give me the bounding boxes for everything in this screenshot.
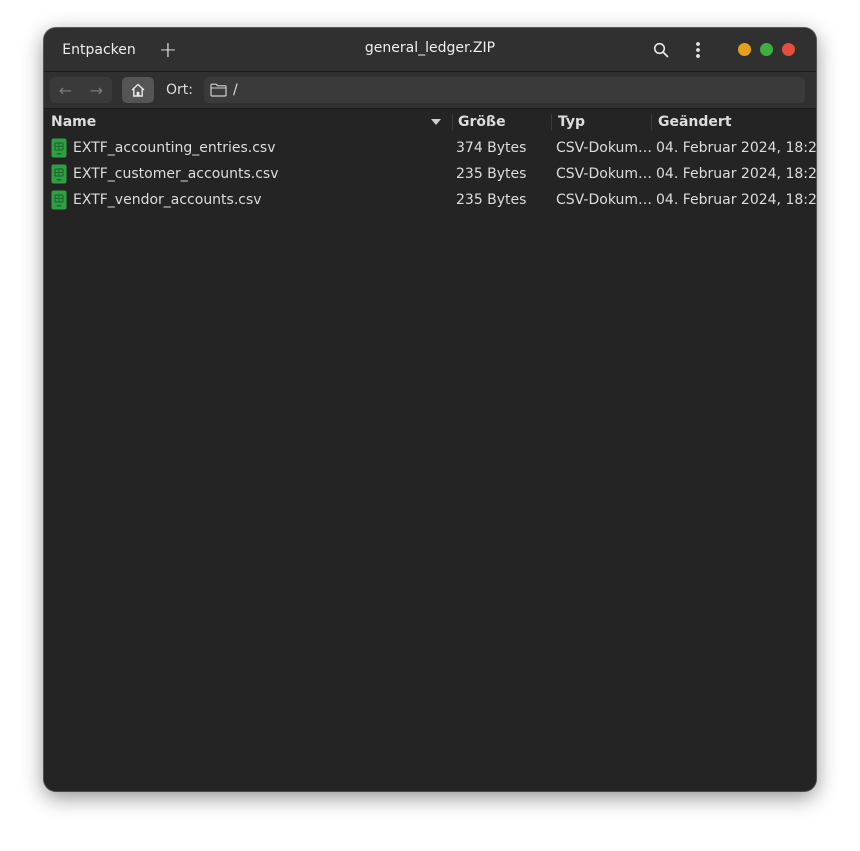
file-name: EXTF_customer_accounts.csv [73, 166, 279, 182]
file-name: EXTF_vendor_accounts.csv [73, 192, 262, 208]
file-row[interactable]: EXTF_customer_accounts.csv 235 Bytes CSV… [44, 161, 816, 187]
spreadsheet-file-icon [51, 190, 67, 210]
column-name[interactable]: Name [51, 109, 96, 135]
file-type: CSV-Dokum… [556, 192, 653, 208]
arrow-right-icon: → [89, 80, 104, 100]
sort-descending-icon [431, 119, 441, 125]
minimize-button[interactable] [738, 43, 751, 56]
search-button[interactable] [646, 36, 676, 64]
location-field[interactable]: / [204, 77, 805, 103]
file-row[interactable]: EXTF_accounting_entries.csv 374 Bytes CS… [44, 135, 816, 161]
file-list: Name Größe Typ Geändert EXTF_accounting_… [44, 109, 816, 791]
column-modified[interactable]: Geändert [658, 109, 732, 135]
arrow-left-icon: ← [58, 80, 73, 100]
location-toolbar: ← → Ort: / [44, 72, 816, 109]
folder-icon [210, 83, 227, 97]
navigation-buttons: ← → [50, 77, 112, 103]
forward-button[interactable]: → [81, 77, 112, 103]
file-modified: 04. Februar 2024, 18:25 [656, 192, 816, 208]
column-divider[interactable] [452, 114, 453, 130]
search-icon [653, 42, 669, 58]
file-modified: 04. Februar 2024, 18:25 [656, 166, 816, 182]
file-type: CSV-Dokum… [556, 166, 653, 182]
archive-manager-window: Entpacken + general_ledger.ZIP ← → Ort: … [44, 28, 816, 791]
spreadsheet-file-icon [51, 164, 67, 184]
header-bar: Entpacken + general_ledger.ZIP [44, 28, 816, 72]
column-divider[interactable] [651, 114, 652, 130]
home-button[interactable] [122, 77, 154, 103]
close-button[interactable] [782, 43, 795, 56]
column-divider[interactable] [551, 114, 552, 130]
file-type: CSV-Dokum… [556, 140, 653, 156]
main-menu-button[interactable] [684, 36, 712, 64]
location-path: / [233, 82, 238, 98]
kebab-menu-icon [696, 42, 700, 58]
back-button[interactable]: ← [50, 77, 81, 103]
extract-button[interactable]: Entpacken [54, 36, 144, 64]
column-type[interactable]: Typ [558, 109, 585, 135]
maximize-button[interactable] [760, 43, 773, 56]
file-size: 374 Bytes [456, 140, 527, 156]
file-size: 235 Bytes [456, 192, 527, 208]
file-modified: 04. Februar 2024, 18:25 [656, 140, 816, 156]
file-row[interactable]: EXTF_vendor_accounts.csv 235 Bytes CSV-D… [44, 187, 816, 213]
file-name: EXTF_accounting_entries.csv [73, 140, 276, 156]
file-size: 235 Bytes [456, 166, 527, 182]
column-size[interactable]: Größe [458, 109, 506, 135]
spreadsheet-file-icon [51, 138, 67, 158]
home-icon [131, 83, 145, 97]
add-files-button[interactable]: + [152, 36, 184, 64]
location-label: Ort: [166, 82, 193, 98]
column-header: Name Größe Typ Geändert [44, 109, 816, 135]
